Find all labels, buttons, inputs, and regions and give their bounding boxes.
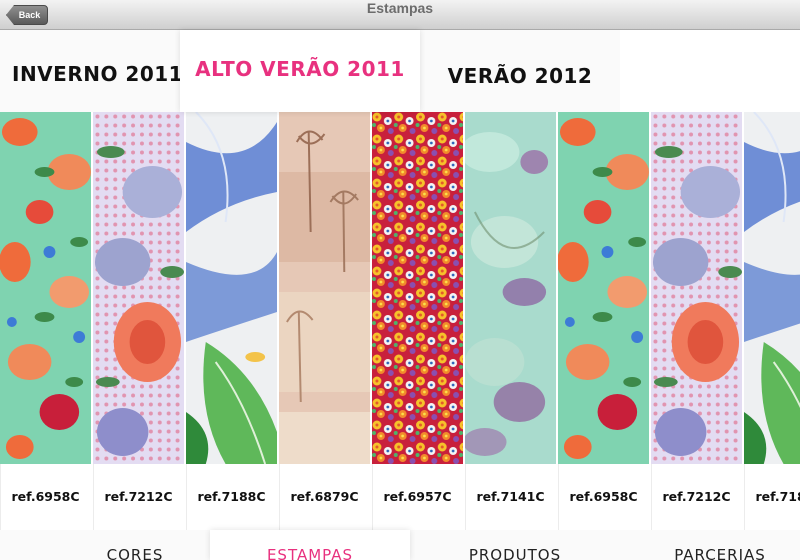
print-pattern-image (744, 112, 800, 464)
menu-parcerias[interactable]: PARCERIAS (640, 530, 800, 560)
page-title: Estampas (366, 0, 434, 16)
print-swatch[interactable]: ref.6879C (279, 112, 371, 530)
menu-produtos[interactable]: PRODUTOS (430, 530, 600, 560)
print-swatch[interactable]: ref.6957C (372, 112, 464, 530)
bottom-menu: CORES ESTAMPAS PRODUTOS PARCERIAS (0, 530, 800, 560)
print-swatch[interactable]: ref.7141C (465, 112, 557, 530)
collection-tabs: INVERNO 2011 ALTO VERÃO 2011 VERÃO 2012 (0, 30, 800, 112)
print-ref-label: ref.7188C (186, 464, 277, 530)
print-ref-label: ref.6958C (0, 464, 91, 530)
print-ref-label: ref.7212C (93, 464, 184, 530)
print-pattern-image (186, 112, 277, 464)
tab-verao-2012[interactable]: VERÃO 2012 (420, 30, 620, 112)
print-swatch[interactable]: ref.6958C (0, 112, 92, 530)
print-swatch[interactable]: ref.7212C (651, 112, 743, 530)
print-pattern-image (0, 112, 91, 464)
print-ref-label: ref.6958C (558, 464, 649, 530)
print-pattern-image (558, 112, 649, 464)
print-pattern-image (651, 112, 742, 464)
menu-estampas[interactable]: ESTAMPAS (210, 530, 410, 560)
menu-cores[interactable]: CORES (60, 530, 210, 560)
print-pattern-image (279, 112, 370, 464)
tab-alto-verao-2011[interactable]: ALTO VERÃO 2011 (180, 30, 420, 112)
navigation-bar: Back Estampas (0, 0, 800, 30)
print-swatch[interactable]: ref.6958C (558, 112, 650, 530)
print-pattern-image (465, 112, 556, 464)
tab-inverno-2011[interactable]: INVERNO 2011 (0, 30, 183, 112)
print-swatch[interactable]: ref.7188C (744, 112, 800, 530)
print-swatch[interactable]: ref.7188C (186, 112, 278, 530)
print-ref-label: ref.7212C (651, 464, 742, 530)
print-ref-label: ref.7188C (744, 464, 800, 530)
print-ref-label: ref.6957C (372, 464, 463, 530)
print-pattern-image (372, 112, 463, 464)
print-swatch[interactable]: ref.7212C (93, 112, 185, 530)
print-ref-label: ref.6879C (279, 464, 370, 530)
print-pattern-image (93, 112, 184, 464)
prints-strip[interactable]: ref.6958C ref.7212C ref.7188C ref.6879C … (0, 112, 800, 530)
print-ref-label: ref.7141C (465, 464, 556, 530)
